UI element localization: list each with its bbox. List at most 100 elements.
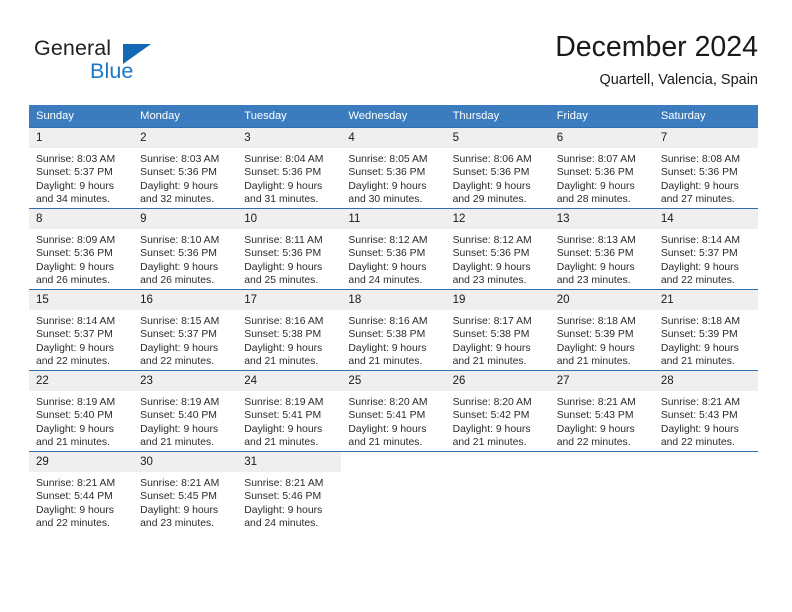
daylight-text-line1: Daylight: 9 hours bbox=[452, 180, 531, 192]
day-number: 30 bbox=[133, 452, 238, 472]
daylight-text-line1: Daylight: 9 hours bbox=[348, 423, 427, 435]
sunrise-text: Sunrise: 8:16 AM bbox=[348, 316, 428, 327]
daylight-text-line1: Daylight: 9 hours bbox=[36, 261, 114, 273]
sunset-text: Sunset: 5:38 PM bbox=[452, 329, 530, 341]
calendar-day-cell[interactable]: 26 Sunrise: 8:20 AM Sunset: 5:42 PM Dayligh… bbox=[445, 370, 550, 452]
daylight-text-line2: and 26 minutes. bbox=[140, 275, 215, 287]
day-details: Sunrise: 8:16 AM Sunset: 5:38 PM Daylight:… bbox=[341, 310, 445, 369]
calendar-day-cell[interactable]: 19 Sunrise: 8:17 AM Sunset: 5:38 PM Dayligh… bbox=[445, 289, 550, 371]
day-details: Sunrise: 8:03 AM Sunset: 5:36 PM Daylight:… bbox=[133, 148, 237, 207]
weekday-header-wednesday: Wednesday bbox=[341, 105, 446, 128]
daylight-text-line1: Daylight: 9 hours bbox=[660, 342, 739, 354]
sunrise-text: Sunrise: 8:17 AM bbox=[452, 316, 532, 327]
day-details: Sunrise: 8:14 AM Sunset: 5:37 PM Daylight:… bbox=[29, 310, 133, 369]
day-number: 2 bbox=[133, 128, 238, 148]
daylight-text-line2: and 32 minutes. bbox=[140, 194, 215, 206]
calendar-day-cell[interactable]: 8 Sunrise: 8:09 AM Sunset: 5:36 PM Daylight… bbox=[29, 208, 134, 290]
daylight-text-line1: Daylight: 9 hours bbox=[660, 261, 739, 273]
calendar-day-cell[interactable]: 16 Sunrise: 8:15 AM Sunset: 5:37 PM Dayligh… bbox=[133, 289, 238, 371]
daylight-text-line2: and 30 minutes. bbox=[348, 194, 423, 206]
day-details: Sunrise: 8:12 AM Sunset: 5:36 PM Daylight:… bbox=[341, 229, 445, 288]
daylight-text-line2: and 34 minutes. bbox=[36, 194, 110, 206]
sunrise-text: Sunrise: 8:03 AM bbox=[140, 154, 220, 165]
day-details: Sunrise: 8:18 AM Sunset: 5:39 PM Daylight:… bbox=[550, 310, 654, 369]
day-number: 29 bbox=[29, 452, 134, 472]
sunrise-text: Sunrise: 8:05 AM bbox=[348, 154, 428, 165]
sunset-text: Sunset: 5:36 PM bbox=[244, 248, 322, 260]
calendar-day-cell[interactable]: 13 Sunrise: 8:13 AM Sunset: 5:36 PM Dayligh… bbox=[549, 208, 654, 290]
day-number bbox=[550, 452, 654, 472]
logo-text-blue: Blue bbox=[90, 59, 134, 83]
daylight-text-line1: Daylight: 9 hours bbox=[452, 342, 531, 354]
calendar-day-cell[interactable]: 23 Sunrise: 8:19 AM Sunset: 5:40 PM Dayligh… bbox=[133, 370, 238, 452]
day-details: Sunrise: 8:20 AM Sunset: 5:42 PM Daylight:… bbox=[446, 391, 550, 450]
sunrise-text: Sunrise: 8:21 AM bbox=[140, 478, 220, 489]
day-details: Sunrise: 8:13 AM Sunset: 5:36 PM Daylight:… bbox=[550, 229, 654, 288]
daylight-text-line2: and 31 minutes. bbox=[244, 194, 319, 206]
day-number: 9 bbox=[133, 209, 238, 229]
daylight-text-line2: and 21 minutes. bbox=[348, 356, 423, 368]
calendar-day-cell[interactable]: 11 Sunrise: 8:12 AM Sunset: 5:36 PM Dayligh… bbox=[341, 208, 446, 290]
sunset-text: Sunset: 5:36 PM bbox=[244, 167, 322, 179]
day-number: 27 bbox=[549, 371, 654, 391]
page-header: General Blue December 2024 Quartell, Val… bbox=[34, 30, 758, 100]
sunset-text: Sunset: 5:44 PM bbox=[36, 491, 113, 503]
calendar-day-cell[interactable]: 12 Sunrise: 8:12 AM Sunset: 5:36 PM Dayligh… bbox=[445, 208, 550, 290]
calendar-day-cell[interactable]: 3 Sunrise: 8:04 AM Sunset: 5:36 PM Daylight… bbox=[237, 127, 342, 209]
calendar-day-cell[interactable]: 15 Sunrise: 8:14 AM Sunset: 5:37 PM Dayligh… bbox=[29, 289, 134, 371]
sunset-text: Sunset: 5:36 PM bbox=[140, 248, 217, 260]
daylight-text-line2: and 24 minutes. bbox=[348, 275, 423, 287]
sunrise-text: Sunrise: 8:04 AM bbox=[244, 154, 324, 165]
day-number: 1 bbox=[29, 128, 134, 148]
calendar-day-cell[interactable]: 24 Sunrise: 8:19 AM Sunset: 5:41 PM Dayligh… bbox=[237, 370, 342, 452]
calendar-day-cell[interactable]: 1 Sunrise: 8:03 AM Sunset: 5:37 PM Daylight… bbox=[29, 127, 134, 209]
calendar-day-cell[interactable]: 25 Sunrise: 8:20 AM Sunset: 5:41 PM Dayligh… bbox=[341, 370, 446, 452]
daylight-text-line1: Daylight: 9 hours bbox=[660, 180, 739, 192]
calendar-day-cell[interactable]: 22 Sunrise: 8:19 AM Sunset: 5:40 PM Dayligh… bbox=[29, 370, 134, 452]
calendar-day-cell[interactable]: 29 Sunrise: 8:21 AM Sunset: 5:44 PM Dayligh… bbox=[29, 451, 134, 532]
calendar-day-cell[interactable]: 14 Sunrise: 8:14 AM Sunset: 5:37 PM Dayligh… bbox=[653, 208, 758, 290]
daylight-text-line1: Daylight: 9 hours bbox=[348, 261, 427, 273]
calendar-day-cell[interactable]: 4 Sunrise: 8:05 AM Sunset: 5:36 PM Daylight… bbox=[341, 127, 446, 209]
day-number bbox=[446, 452, 550, 472]
calendar-day-cell[interactable]: 7 Sunrise: 8:08 AM Sunset: 5:36 PM Daylight… bbox=[653, 127, 758, 209]
daylight-text-line2: and 21 minutes. bbox=[556, 356, 631, 368]
general-blue-logo: General Blue bbox=[34, 36, 264, 96]
calendar-day-cell[interactable]: 18 Sunrise: 8:16 AM Sunset: 5:38 PM Dayligh… bbox=[341, 289, 446, 371]
calendar-day-cell[interactable]: 6 Sunrise: 8:07 AM Sunset: 5:36 PM Daylight… bbox=[549, 127, 654, 209]
sunset-text: Sunset: 5:37 PM bbox=[140, 329, 217, 341]
day-number: 24 bbox=[237, 371, 342, 391]
calendar-day-cell[interactable]: 2 Sunrise: 8:03 AM Sunset: 5:36 PM Daylight… bbox=[133, 127, 238, 209]
day-number: 10 bbox=[237, 209, 342, 229]
calendar-day-cell[interactable]: 27 Sunrise: 8:21 AM Sunset: 5:43 PM Dayligh… bbox=[549, 370, 654, 452]
sunset-text: Sunset: 5:40 PM bbox=[140, 410, 217, 422]
daylight-text-line1: Daylight: 9 hours bbox=[660, 423, 739, 435]
daylight-text-line1: Daylight: 9 hours bbox=[140, 261, 219, 273]
day-details: Sunrise: 8:21 AM Sunset: 5:43 PM Daylight:… bbox=[550, 391, 654, 450]
day-number: 19 bbox=[445, 290, 550, 310]
day-number: 14 bbox=[653, 209, 758, 229]
weekday-headers: Sunday Monday Tuesday Wednesday Thursday Frid… bbox=[29, 105, 758, 128]
calendar-day-cell[interactable]: 31 Sunrise: 8:21 AM Sunset: 5:46 PM Dayligh… bbox=[237, 451, 342, 532]
sunset-text: Sunset: 5:41 PM bbox=[244, 410, 322, 422]
day-details: Sunrise: 8:21 AM Sunset: 5:46 PM Daylight:… bbox=[237, 472, 341, 531]
sunrise-text: Sunrise: 8:08 AM bbox=[660, 154, 740, 165]
daylight-text-line1: Daylight: 9 hours bbox=[244, 180, 323, 192]
calendar-day-cell[interactable]: 30 Sunrise: 8:21 AM Sunset: 5:45 PM Dayligh… bbox=[133, 451, 238, 532]
calendar-day-cell[interactable]: 28 Sunrise: 8:21 AM Sunset: 5:43 PM Dayligh… bbox=[653, 370, 758, 452]
day-number: 12 bbox=[445, 209, 550, 229]
sunset-text: Sunset: 5:46 PM bbox=[244, 491, 322, 503]
daylight-text-line2: and 29 minutes. bbox=[452, 194, 527, 206]
calendar-day-cell[interactable]: 20 Sunrise: 8:18 AM Sunset: 5:39 PM Dayligh… bbox=[549, 289, 654, 371]
day-number: 17 bbox=[237, 290, 342, 310]
calendar-day-cell[interactable]: 5 Sunrise: 8:06 AM Sunset: 5:36 PM Daylight… bbox=[445, 127, 550, 209]
sunrise-text: Sunrise: 8:12 AM bbox=[452, 235, 532, 246]
calendar-day-cell[interactable]: 9 Sunrise: 8:10 AM Sunset: 5:36 PM Daylight… bbox=[133, 208, 238, 290]
logo-text-general: General bbox=[34, 36, 112, 60]
calendar-day-cell[interactable]: 10 Sunrise: 8:11 AM Sunset: 5:36 PM Dayligh… bbox=[237, 208, 342, 290]
sunset-text: Sunset: 5:41 PM bbox=[348, 410, 426, 422]
sunrise-text: Sunrise: 8:21 AM bbox=[556, 397, 636, 408]
calendar-day-cell[interactable]: 17 Sunrise: 8:16 AM Sunset: 5:38 PM Dayligh… bbox=[237, 289, 342, 371]
sunrise-text: Sunrise: 8:20 AM bbox=[348, 397, 428, 408]
calendar-day-cell[interactable]: 21 Sunrise: 8:18 AM Sunset: 5:39 PM Dayligh… bbox=[653, 289, 758, 371]
